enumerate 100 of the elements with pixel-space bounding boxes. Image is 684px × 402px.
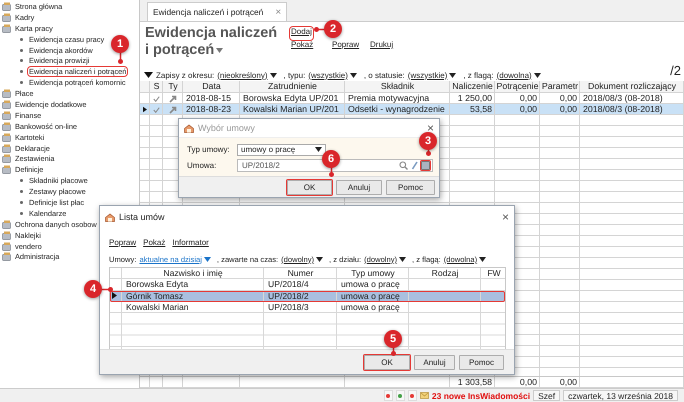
action-link[interactable]: Popraw — [331, 40, 360, 53]
table-cell-text: 53,58 — [468, 104, 493, 115]
table-cell-text: 2018/08/3 (08-2018) — [582, 93, 664, 104]
dialog-button[interactable]: Pomoc — [386, 180, 435, 194]
dialog-button[interactable]: Anuluj — [336, 180, 382, 194]
column-header[interactable]: Numer — [264, 268, 337, 278]
table-cell-text: 1 250,00 — [456, 93, 493, 104]
table-cell-text: 2018-08-15 — [185, 93, 232, 104]
dialog-button[interactable]: Anuluj — [414, 354, 455, 370]
table-row[interactable]: 2018-08-23 Kowalski Marian UP/201 Odsetki - wynagrodzenie 53,58 0,00 0,00 2018/08/3 (08-2018) — [140, 104, 684, 115]
column-header[interactable]: Parametr — [540, 81, 580, 92]
module-icon — [2, 122, 12, 131]
table-cell-text: 2018-08-23 — [185, 104, 232, 115]
filter-label: , o statusie: — [364, 70, 405, 80]
action-link[interactable]: Dodaj — [290, 27, 313, 40]
close-button[interactable]: × — [275, 6, 282, 18]
module-icon — [2, 110, 12, 120]
module-icon — [2, 165, 12, 174]
app-logo-icon — [105, 212, 115, 222]
document-tab[interactable]: Ewidencja naliczeń i potrąceń × — [147, 2, 288, 21]
table-row[interactable]: Kowalski Marian UP/2018/3 umowa o pracę — [110, 302, 505, 314]
action-link[interactable]: Informator — [172, 238, 209, 249]
module-icon — [2, 252, 12, 262]
column-header[interactable]: FW — [481, 268, 505, 278]
table-row[interactable]: Górnik Tomasz UP/2018/2 umowa o pracę — [110, 290, 505, 302]
dialog-button[interactable]: Pomoc — [459, 354, 504, 370]
total-cell-text: 0,00 — [518, 377, 538, 388]
table-cell-text: 0,00 — [518, 104, 538, 115]
action-link[interactable]: Pokaż — [143, 238, 166, 249]
caret-icon — [449, 72, 456, 78]
bullet-icon — [20, 200, 23, 204]
column-header[interactable]: Nazwisko i imię — [122, 268, 264, 278]
column-header[interactable]: Typ umowy — [337, 268, 409, 278]
leader-line — [101, 286, 113, 292]
bullet-icon — [20, 179, 23, 182]
table-cell-text: umowa o pracę — [340, 290, 401, 301]
table-cell-text: 0,00 — [518, 93, 538, 104]
table-cell-text: Premia motywacyjna — [347, 93, 430, 104]
action-link[interactable]: Drukuj — [369, 40, 394, 53]
messages-link[interactable]: 23 nowe InsWiadomości — [432, 390, 530, 400]
search-icon — [399, 161, 408, 170]
filter-label: Zapisy z okresu: — [156, 70, 214, 80]
module-icon — [2, 242, 12, 251]
close-button[interactable]: × — [502, 210, 509, 224]
caret-icon — [534, 72, 541, 78]
dialog-button[interactable]: OK — [287, 180, 332, 194]
column-header[interactable]: Rodzaj — [409, 268, 481, 278]
column-header[interactable]: S — [150, 81, 163, 92]
action-link[interactable]: Popraw — [109, 238, 136, 249]
filter-dropdown[interactable]: (dowolna) — [496, 70, 541, 80]
collapse-icon — [144, 72, 153, 78]
module-icon — [2, 2, 12, 11]
total-cell-text: 1 303,58 — [456, 377, 493, 388]
page-title: i potrąceń — [145, 42, 214, 58]
bullet-icon — [20, 81, 23, 84]
close-button[interactable]: × — [426, 121, 434, 135]
column-header[interactable]: Dokument rozliczający — [580, 81, 684, 92]
module-icon — [2, 144, 12, 153]
table-cell-text: UP/2018/4 — [267, 279, 310, 290]
column-header[interactable]: Naliczenie — [450, 81, 495, 92]
column-header[interactable]: Składnik — [345, 81, 450, 92]
module-icon — [2, 220, 12, 229]
filter-dropdown[interactable]: (wszystkie) — [408, 70, 456, 80]
app-logo-icon — [184, 124, 194, 132]
filter-dropdown[interactable]: (wszystkie) — [308, 70, 357, 80]
caret-icon — [399, 257, 406, 262]
leader-line — [118, 52, 122, 64]
table-cell-text: 0,00 — [558, 104, 578, 115]
user-label: Szef — [533, 390, 560, 401]
row-pointer-icon — [112, 292, 117, 300]
table-row[interactable]: Borowska Edyta UP/2018/4 umowa o pracę — [110, 279, 505, 291]
column-header[interactable]: Data — [183, 81, 240, 92]
contract-type-select[interactable]: umowy o pracę — [237, 144, 326, 156]
lookup-button[interactable] — [421, 161, 430, 170]
table-cell-text: Kowalski Marian UP/201 — [242, 104, 340, 115]
table-cell-text: 2018/08/3 (08-2018) — [582, 104, 664, 115]
table-cell-text: umowa o pracę — [340, 279, 401, 290]
table-cell-text: 0,00 — [558, 93, 578, 104]
arrow-icon — [169, 94, 177, 102]
dialog-title: Lista umów — [119, 212, 166, 222]
caret-icon — [315, 147, 322, 152]
table-cell-text: UP/2018/2 — [267, 290, 310, 301]
arrow-icon — [169, 106, 177, 114]
column-header[interactable]: Zatrudnienie — [240, 81, 345, 92]
action-link[interactable]: Pokaż — [290, 40, 314, 53]
bullet-icon — [20, 70, 23, 74]
column-header[interactable]: Potrącenie — [495, 81, 540, 92]
table-cell-text: Borowska Edyta UP/201 — [242, 93, 340, 104]
filter-label: , z flagą: — [463, 70, 494, 80]
table-cell-text: Odsetki - wynagrodzenie — [347, 104, 446, 115]
dialog-title: Wybór umowy — [198, 123, 256, 133]
caret-icon — [479, 257, 486, 262]
row-pointer-icon — [143, 106, 147, 113]
table-row[interactable]: 2018-08-15 Borowska Edyta UP/201 Premia motywacyjna 1 250,00 0,00 0,00 2018/08/3 (08-2018) — [140, 93, 684, 104]
dialog-button[interactable]: OK — [364, 354, 410, 370]
module-icon — [2, 230, 12, 240]
filter-dropdown[interactable]: (nieokreślony) — [217, 70, 276, 80]
page-count: /2 — [670, 63, 681, 78]
column-header[interactable]: Ty — [163, 81, 183, 92]
module-icon — [2, 100, 12, 109]
